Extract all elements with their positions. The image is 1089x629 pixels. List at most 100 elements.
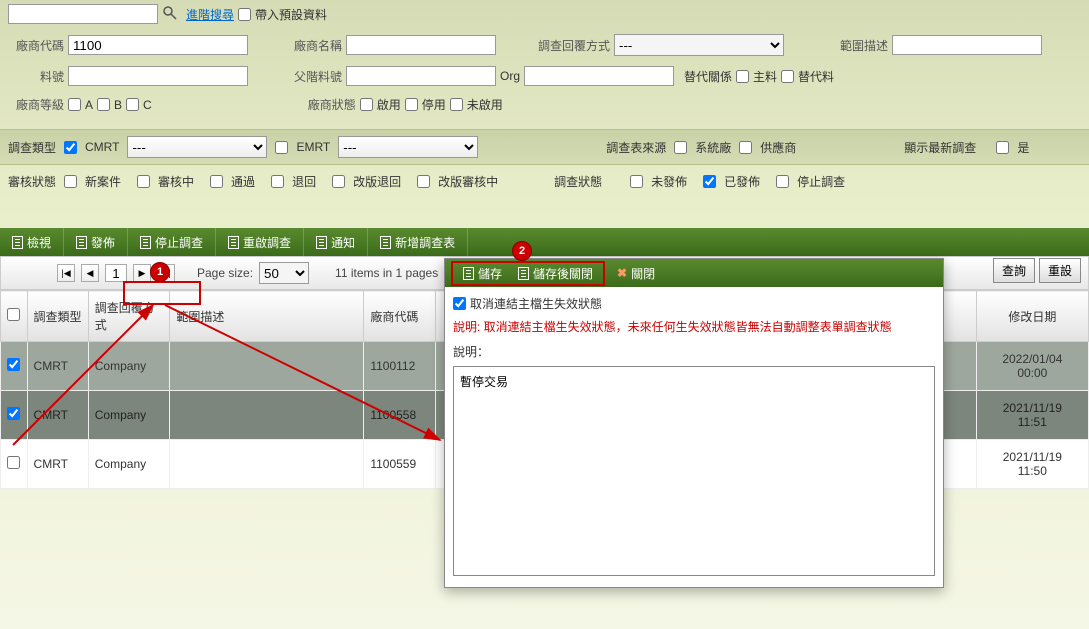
row-checkbox[interactable] [7,407,20,420]
supplier-checkbox[interactable] [739,141,752,154]
survey-status-label: 調查狀態 [554,173,602,190]
view-button[interactable]: 檢視 [0,228,64,256]
doc-icon [228,236,239,249]
sys-vendor-checkbox[interactable] [674,141,687,154]
stop-survey-button[interactable]: 停止調查 [128,228,216,256]
disable-checkbox[interactable] [405,98,418,111]
col-mod-date[interactable]: 修改日期 [976,291,1088,342]
parent-part-input[interactable] [346,66,496,86]
select-all-checkbox[interactable] [7,308,20,321]
audit-status-label: 審核狀態 [8,173,56,190]
col-reply[interactable]: 調查回覆方式 [88,291,170,342]
reply-method-label: 調查回覆方式 [520,37,610,54]
doc-icon [380,236,391,249]
enable-label: 啟用 [377,96,401,113]
cmrt-checkbox[interactable] [64,141,77,154]
new-case-checkbox[interactable] [64,175,77,188]
unpublished-checkbox[interactable] [630,175,643,188]
row-checkbox[interactable] [7,456,20,469]
first-page-button[interactable]: |◀ [57,264,75,282]
yes-checkbox[interactable] [996,141,1009,154]
cmrt-label: CMRT [85,140,119,154]
grade-a-checkbox[interactable] [68,98,81,111]
doc-icon [463,267,474,280]
stopped-label: 停止調查 [797,173,845,190]
page-number-input[interactable] [105,264,127,282]
annotation-badge-2: 2 [512,241,532,261]
col-scope[interactable]: 範圍描述 [170,291,364,342]
new-case-label: 新案件 [85,173,121,190]
desc-label: 說明： [453,343,935,360]
col-type[interactable]: 調查類型 [27,291,88,342]
page-size-label: Page size: [197,266,253,280]
top-search-input[interactable] [8,4,158,24]
survey-source-label: 調查表來源 [606,139,666,156]
cancel-link-label: 取消連結主檔生失效狀態 [470,295,602,312]
passed-checkbox[interactable] [210,175,223,188]
enable-checkbox[interactable] [360,98,373,111]
search-icon[interactable] [162,5,178,24]
published-checkbox[interactable] [703,175,716,188]
col-vendor[interactable]: 廠商代碼 [364,291,435,342]
emrt-select[interactable]: --- [338,136,478,158]
restart-survey-button[interactable]: 重啟調查 [216,228,304,256]
doc-icon [76,236,87,249]
next-page-button[interactable]: ▶ [133,264,151,282]
not-enable-checkbox[interactable] [450,98,463,111]
grade-b-checkbox[interactable] [97,98,110,111]
emrt-label: EMRT [296,140,330,154]
published-label: 已發佈 [724,173,760,190]
close-button[interactable]: ✖關閉 [609,265,663,282]
stop-survey-dialog: 儲存 儲存後關閉 ✖關閉 取消連結主檔生失效狀態 說明: 取消連結主檔生失效狀態… [444,258,944,588]
vendor-name-label: 廠商名稱 [262,37,342,54]
prev-page-button[interactable]: ◀ [81,264,99,282]
save-button[interactable]: 儲存 [455,265,510,282]
save-close-button[interactable]: 儲存後關閉 [510,265,601,282]
stopped-checkbox[interactable] [776,175,789,188]
grade-a-label: A [85,98,93,112]
scope-desc-input[interactable] [892,35,1042,55]
vendor-code-label: 廠商代碼 [8,37,64,54]
grade-c-label: C [143,98,152,112]
page-size-select[interactable]: 50 [259,262,309,284]
new-survey-button[interactable]: 新增調查表 [368,228,468,256]
org-input[interactable] [524,66,674,86]
vendor-name-input[interactable] [346,35,496,55]
main-part-checkbox[interactable] [736,70,749,83]
description-textarea[interactable]: 暫停交易 [453,366,935,576]
preset-checkbox[interactable] [238,8,251,21]
sub-part-checkbox[interactable] [781,70,794,83]
warning-text: 說明: 取消連結主檔生失效狀態，未來任何生失效狀態皆無法自動調整表單調查狀態 [453,318,935,335]
annotation-badge-1: 1 [150,262,170,282]
pager-info: 11 items in 1 pages [335,266,438,280]
doc-icon [316,236,327,249]
auditing-label: 審核中 [158,173,194,190]
doc-icon [12,236,23,249]
parent-part-label: 父階料號 [262,68,342,85]
supplier-label: 供應商 [760,139,796,156]
grade-c-checkbox[interactable] [126,98,139,111]
publish-button[interactable]: 發佈 [64,228,128,256]
cmrt-select[interactable]: --- [127,136,267,158]
show-latest-label: 顯示最新調查 [904,139,976,156]
disable-label: 停用 [422,96,446,113]
passed-label: 通過 [231,173,255,190]
reply-method-select[interactable]: --- [614,34,784,56]
returned-checkbox[interactable] [271,175,284,188]
part-no-input[interactable] [68,66,248,86]
rev-audit-label: 改版審核中 [438,173,498,190]
emrt-checkbox[interactable] [275,141,288,154]
notify-button[interactable]: 通知 [304,228,368,256]
rev-return-checkbox[interactable] [332,175,345,188]
row-checkbox[interactable] [7,358,20,371]
part-no-label: 料號 [8,68,64,85]
advanced-search-link[interactable]: 進階搜尋 [186,6,234,23]
vendor-code-input[interactable] [68,35,248,55]
auditing-checkbox[interactable] [137,175,150,188]
cancel-link-checkbox[interactable] [453,297,466,310]
sys-vendor-label: 系統廠 [695,139,731,156]
rev-audit-checkbox[interactable] [417,175,430,188]
query-button[interactable]: 查詢 [993,258,1035,283]
reset-button[interactable]: 重設 [1039,258,1081,283]
doc-icon [140,236,151,249]
